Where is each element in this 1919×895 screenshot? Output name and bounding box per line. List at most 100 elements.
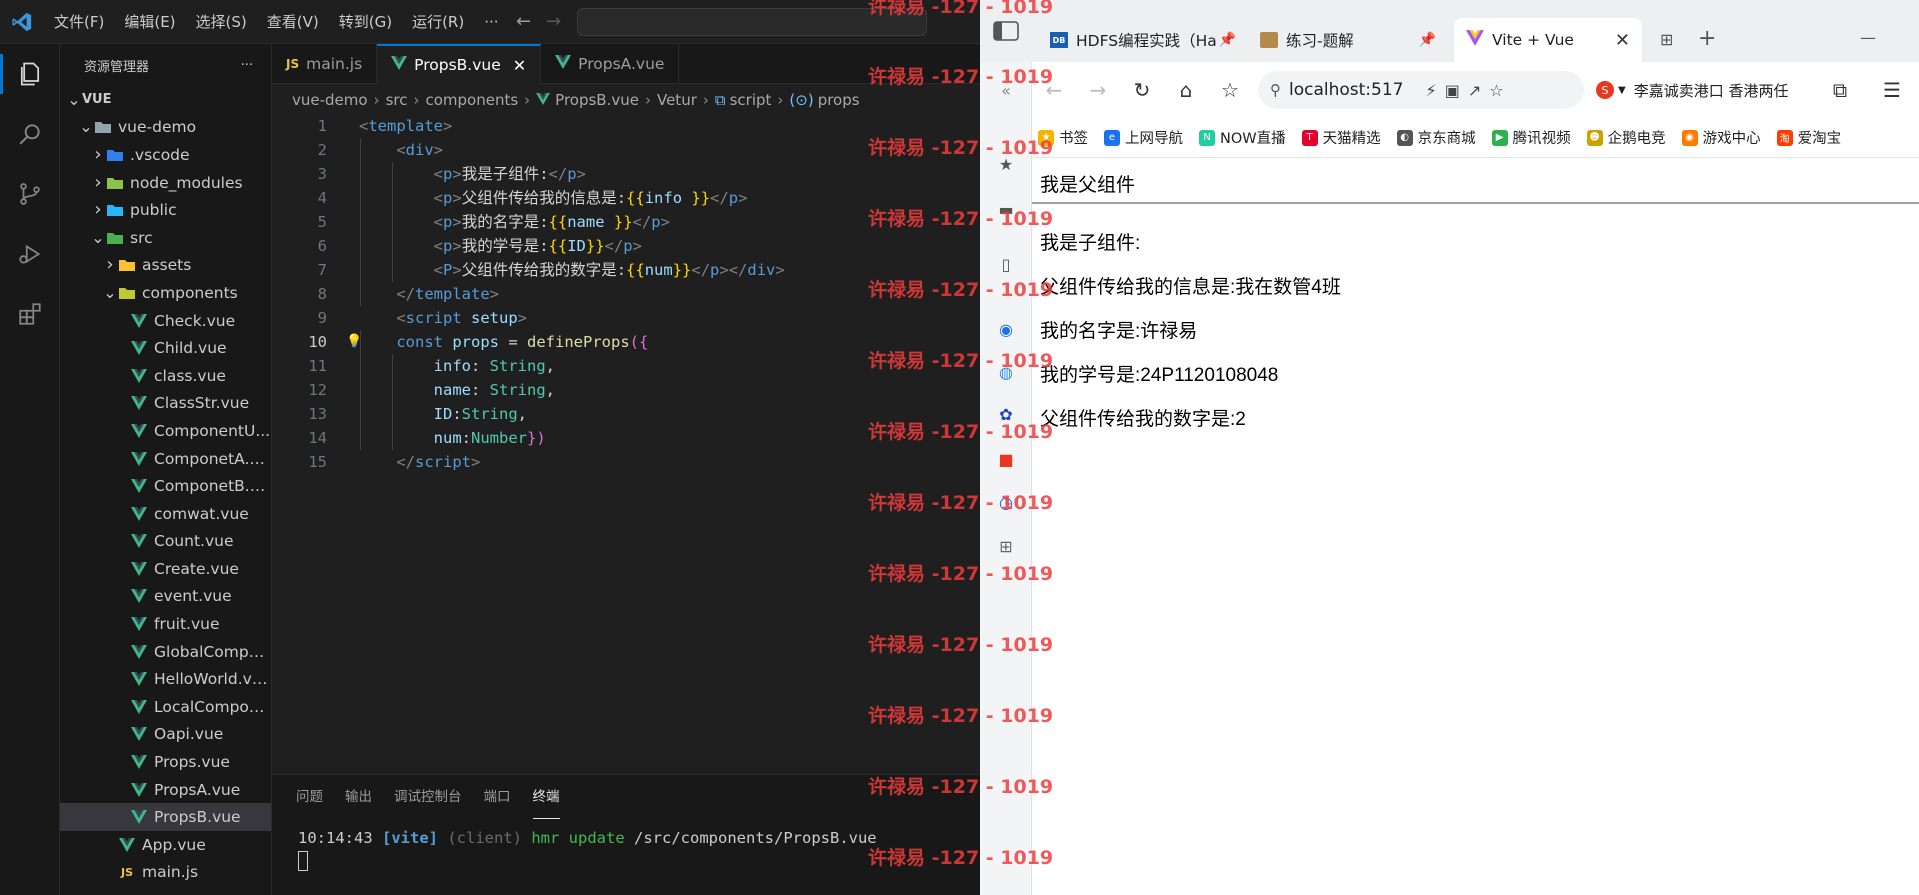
menu-more[interactable]: ···	[474, 0, 508, 44]
favorites-icon[interactable]: ★	[994, 152, 1018, 176]
panel-tab-debug-console[interactable]: 调试控制台	[394, 775, 462, 819]
menu-view[interactable]: 查看(V)	[257, 0, 329, 44]
home-icon[interactable]: ⌂	[1164, 78, 1208, 102]
tree-item[interactable]: Oapi.vue	[60, 721, 271, 749]
tree-item[interactable]: ComponentU...	[60, 417, 271, 445]
chevron-down-icon[interactable]: ⌄	[78, 119, 94, 135]
tree-item[interactable]: Create.vue	[60, 555, 271, 583]
breadcrumb-vetur[interactable]: Vetur	[657, 91, 697, 109]
new-tab-button[interactable]: +	[1698, 26, 1716, 51]
pin-icon[interactable]: 📌	[1419, 32, 1436, 48]
forward-icon[interactable]: →	[1076, 78, 1120, 102]
tab-propsb-vue[interactable]: PropsB.vue ✕	[377, 44, 542, 84]
minimize-icon[interactable]: —	[1860, 28, 1876, 47]
tree-item[interactable]: ⌄ VUE	[60, 86, 271, 114]
bookmark-item[interactable]: T 天猫精选	[1301, 127, 1381, 148]
source-control-icon[interactable]	[0, 164, 60, 224]
tree-item[interactable]: class.vue	[60, 362, 271, 390]
chevron-down-icon[interactable]: ▼	[1618, 85, 1626, 96]
chevron-down-icon[interactable]: ⌄	[102, 284, 118, 301]
lightning-icon[interactable]: ⚡	[1425, 81, 1436, 100]
tree-item[interactable]: App.vue	[60, 831, 271, 859]
tree-item[interactable]: GlobalCompo...	[60, 638, 271, 666]
panel-tab-problems[interactable]: 问题	[296, 775, 323, 819]
tree-item[interactable]: JS main.js	[60, 859, 271, 887]
breadcrumb-components[interactable]: components	[425, 91, 518, 109]
forward-arrow-icon[interactable]: →	[539, 11, 569, 32]
menu-edit[interactable]: 编辑(E)	[114, 0, 185, 44]
chevron-right-icon[interactable]: ›	[90, 145, 106, 163]
back-arrow-icon[interactable]: ←	[509, 11, 539, 32]
tab-propsa-vue[interactable]: PropsA.vue	[541, 44, 680, 84]
menu-file[interactable]: 文件(F)	[44, 0, 114, 44]
chevron-down-icon[interactable]: ⌄	[90, 229, 106, 246]
explorer-more-button[interactable]: ···	[241, 58, 253, 73]
menu-icon[interactable]: ☰	[1870, 78, 1914, 102]
explorer-icon[interactable]	[0, 44, 60, 104]
tab-groups-icon[interactable]: ⊞	[1660, 30, 1673, 49]
search-icon[interactable]	[0, 104, 60, 164]
tree-item[interactable]: comwat.vue	[60, 500, 271, 528]
chat-app-icon[interactable]: ◍	[994, 360, 1018, 384]
add-app-icon[interactable]: ⊞	[994, 534, 1018, 558]
favorite-add-icon[interactable]: ☆	[1489, 81, 1503, 100]
paw-icon[interactable]: ✿	[994, 402, 1018, 426]
red-app-icon[interactable]: ■	[994, 447, 1018, 471]
tree-item[interactable]: PropsB.vue	[60, 803, 271, 832]
folder-icon[interactable]: ▬	[994, 197, 1018, 221]
bookmark-item[interactable]: 淘爱淘宝	[1776, 127, 1841, 148]
tree-item[interactable]: ComponetA.v...	[60, 445, 271, 473]
sidebar-toggle-icon[interactable]	[980, 0, 1032, 62]
bookmark-item[interactable]: ◐ 京东商城	[1396, 127, 1476, 148]
bookmark-item[interactable]: N NOW直播	[1199, 127, 1286, 148]
tree-item[interactable]: fruit.vue	[60, 610, 271, 638]
breadcrumb-vue-demo[interactable]: vue-demo	[292, 91, 368, 109]
breadcrumb-src[interactable]: src	[386, 91, 408, 109]
reload-icon[interactable]: ↻	[1120, 78, 1164, 102]
chevron-right-icon[interactable]: ›	[102, 256, 118, 274]
share-icon[interactable]: ↗	[1468, 81, 1481, 100]
terminal-cursor[interactable]	[298, 851, 308, 871]
tree-item[interactable]: › assets	[60, 252, 271, 280]
reader-icon[interactable]: ▣	[1445, 81, 1460, 100]
menu-selection[interactable]: 选择(S)	[186, 0, 257, 44]
tree-item[interactable]: event.vue	[60, 583, 271, 611]
chevron-right-icon[interactable]: ›	[90, 173, 106, 191]
back-icon[interactable]: ←	[1032, 78, 1076, 102]
search-box[interactable]: S ▼ 李嘉诚卖港口 香港两任	[1596, 73, 1806, 107]
tree-item[interactable]: PropsA.vue	[60, 776, 271, 804]
extensions-icon[interactable]	[0, 284, 60, 344]
clock-icon[interactable]: ◷	[994, 490, 1018, 514]
panel-tab-output[interactable]: 输出	[345, 775, 372, 819]
code-editor[interactable]: 1 <template> 2 <div> 3 <p>我是子组件:</p> 4 <p>父组…	[272, 114, 980, 774]
chevron-right-icon[interactable]: ›	[90, 201, 106, 219]
tree-item[interactable]: Props.vue	[60, 748, 271, 776]
chevron-left-icon[interactable]: «	[994, 78, 1018, 102]
browser-tab-vite-vue[interactable]: Vite + Vue ✕	[1454, 18, 1642, 62]
star-icon[interactable]: ☆	[1208, 78, 1252, 102]
panel-tab-terminal[interactable]: 终端	[532, 775, 560, 819]
tree-item[interactable]: Check.vue	[60, 307, 271, 335]
tree-item[interactable]: ⌄ src	[60, 224, 271, 252]
breadcrumb-props[interactable]: props	[818, 91, 860, 109]
tree-item[interactable]: LocalCompon...	[60, 693, 271, 721]
panel-tab-ports[interactable]: 端口	[484, 775, 511, 819]
menu-go[interactable]: 转到(G)	[329, 0, 402, 44]
browser-tab-practice[interactable]: 练习-题解 📌	[1248, 18, 1448, 62]
tree-item[interactable]: ⌄ components	[60, 279, 271, 307]
breadcrumb-file[interactable]: PropsB.vue	[555, 91, 639, 109]
tab-close-icon[interactable]: ✕	[513, 56, 526, 75]
extensions-icon[interactable]: ⧉	[1818, 78, 1862, 102]
tree-item[interactable]: HelloWorld.vue	[60, 665, 271, 693]
browser-tab-hdfs[interactable]: DB HDFS编程实践（Ha 📌	[1038, 18, 1248, 62]
bookmark-item[interactable]: ☻ 企鹅电竞	[1586, 127, 1666, 148]
tree-item[interactable]: Child.vue	[60, 334, 271, 362]
command-center-search[interactable]	[576, 7, 927, 36]
browser-app-icon[interactable]: ◉	[994, 317, 1018, 341]
phone-icon[interactable]: ▯	[994, 252, 1018, 276]
tree-item[interactable]: › node_modules	[60, 169, 271, 197]
pin-icon[interactable]: 📌	[1219, 32, 1236, 48]
menu-run[interactable]: 运行(R)	[402, 0, 474, 44]
bookmark-item[interactable]: ▶ 腾讯视频	[1491, 127, 1571, 148]
tab-close-icon[interactable]: ✕	[1615, 30, 1630, 51]
